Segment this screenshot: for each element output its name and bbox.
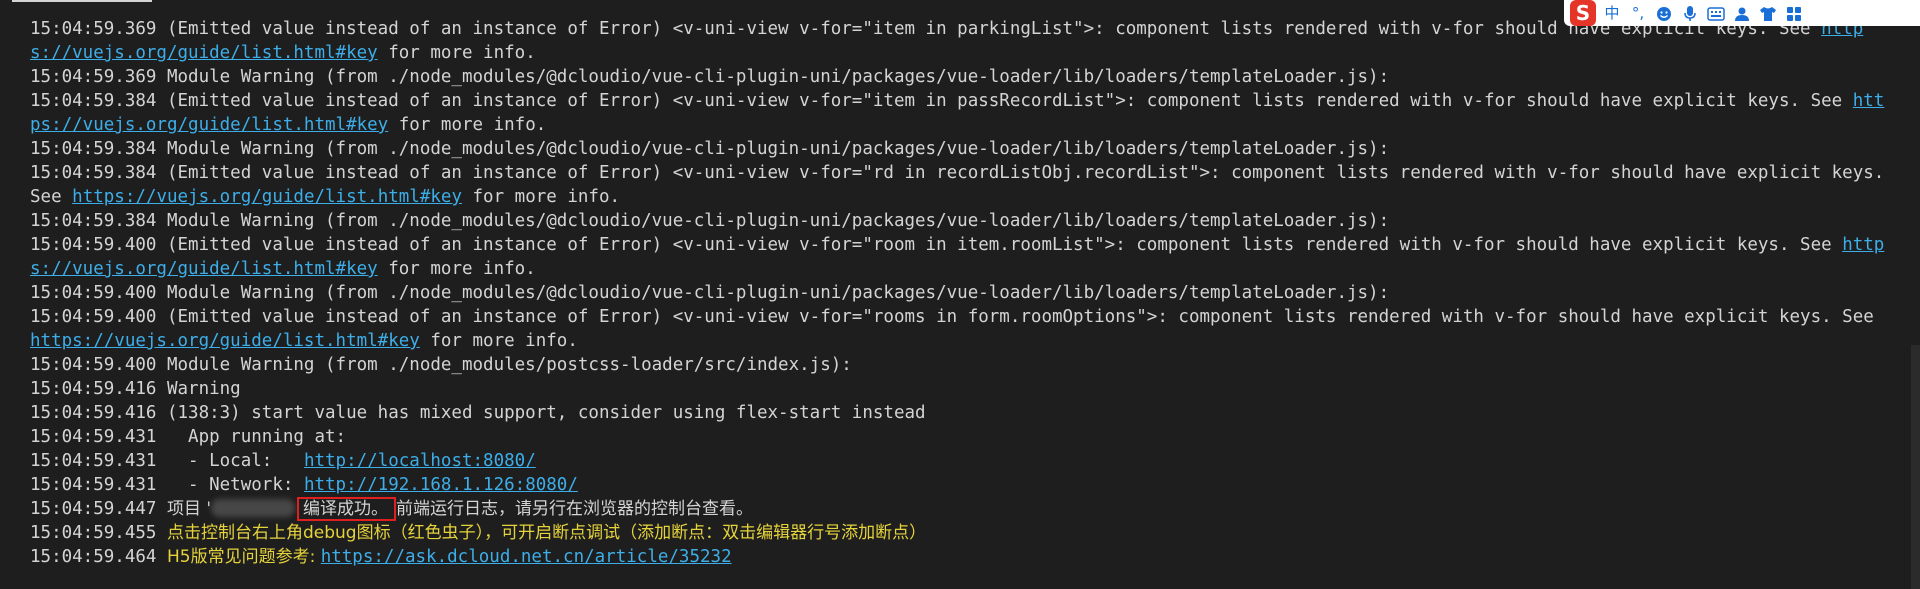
log-text: 15:04:59.384 Module Warning (from ./node… — [30, 211, 1390, 231]
log-text: 前端运行日志，请另行在浏览器的控制台查看。 — [396, 499, 754, 519]
log-line: 15:04:59.384 (Emitted value instead of a… — [30, 161, 1892, 209]
vertical-scrollbar[interactable] — [1911, 345, 1920, 589]
log-text: for more info. — [419, 331, 578, 351]
log-text: 15:04:59.384 (Emitted value instead of a… — [30, 91, 1853, 111]
emoji-icon[interactable] — [1654, 0, 1674, 26]
log-line: 15:04:59.400 (Emitted value instead of a… — [30, 233, 1892, 281]
log-text: 15:04:59.400 Module Warning (from ./node… — [30, 355, 852, 375]
console-output-panel: 15:04:59.369 (Emitted value instead of a… — [0, 0, 1920, 589]
log-text: for more info. — [377, 259, 536, 279]
log-text: 15:04:59.369 Module Warning (from ./node… — [30, 67, 1390, 87]
log-text: 项目 ' — [166, 499, 212, 519]
log-line: 15:04:59.431 App running at: — [30, 425, 1892, 449]
log-text: 15:04:59.464 — [30, 547, 167, 567]
log-text: 15:04:59.447 — [30, 499, 167, 519]
log-line: 15:04:59.431 - Local: http://localhost:8… — [30, 449, 1892, 473]
tab-indicator — [12, 0, 152, 2]
log-link[interactable]: https://ask.dcloud.net.cn/article/35232 — [321, 547, 732, 567]
log-text: 点击控制台右上角debug图标（红色虫子），可开启断点调试（添加断点：双击编辑器… — [166, 523, 927, 543]
log-line: 15:04:59.400 Module Warning (from ./node… — [30, 353, 1892, 377]
user-icon[interactable] — [1732, 0, 1752, 26]
ime-punctuation-toggle[interactable]: °, — [1628, 0, 1648, 26]
log-text: for more info. — [461, 187, 621, 207]
log-line: 15:04:59.400 Module Warning (from ./node… — [30, 281, 1892, 305]
log-text: 15:04:59.431 - Network: — [30, 475, 304, 495]
log-lines: 15:04:59.369 (Emitted value instead of a… — [30, 17, 1892, 569]
keyboard-icon[interactable] — [1706, 0, 1726, 26]
ime-mode-toggle[interactable]: 中 — [1602, 0, 1622, 26]
log-text: 15:04:59.455 — [30, 523, 167, 543]
log-line: 15:04:59.384 Module Warning (from ./node… — [30, 209, 1892, 233]
log-text: H5版常见问题参考: — [166, 547, 321, 567]
log-text: 15:04:59.400 (Emitted value instead of a… — [30, 307, 1885, 327]
log-line: 15:04:59.464 H5版常见问题参考: https://ask.dclo… — [30, 545, 1892, 569]
log-line: 15:04:59.455 点击控制台右上角debug图标（红色虫子），可开启断点… — [30, 521, 1892, 545]
log-line: 15:04:59.384 (Emitted value instead of a… — [30, 89, 1892, 137]
redacted-project-name — [211, 499, 296, 517]
grid-icon[interactable] — [1784, 0, 1804, 26]
sogou-logo-icon[interactable]: S — [1570, 0, 1596, 26]
log-text: 15:04:59.416 Warning — [30, 379, 241, 399]
log-text: 15:04:59.431 - Local: — [30, 451, 304, 471]
log-text: 15:04:59.400 Module Warning (from ./node… — [30, 283, 1390, 303]
log-text: for more info. — [388, 115, 547, 135]
log-text: 15:04:59.416 (138:3) start value has mix… — [30, 403, 926, 423]
highlighted-compile-success: 编译成功。 — [297, 497, 397, 521]
log-line: 15:04:59.384 Module Warning (from ./node… — [30, 137, 1892, 161]
log-link[interactable]: http://localhost:8080/ — [304, 451, 536, 471]
shirt-icon[interactable] — [1758, 0, 1778, 26]
log-line: 15:04:59.431 - Network: http://192.168.1… — [30, 473, 1892, 497]
log-text: 15:04:59.431 App running at: — [30, 427, 347, 447]
log-text: 15:04:59.384 Module Warning (from ./node… — [30, 139, 1390, 159]
log-line: 15:04:59.447 项目 ' 编译成功。 前端运行日志，请另行在浏览器的控制台… — [30, 497, 1892, 521]
log-line: 15:04:59.416 (138:3) start value has mix… — [30, 401, 1892, 425]
log-text: 15:04:59.400 (Emitted value instead of a… — [30, 235, 1843, 255]
log-line: 15:04:59.416 Warning — [30, 377, 1892, 401]
microphone-icon[interactable] — [1680, 0, 1700, 26]
log-line: 15:04:59.369 Module Warning (from ./node… — [30, 65, 1892, 89]
log-line: 15:04:59.400 (Emitted value instead of a… — [30, 305, 1892, 353]
log-text: for more info. — [377, 43, 536, 63]
log-link[interactable]: https://vuejs.org/guide/list.html#key — [30, 331, 420, 351]
ime-toolbar[interactable]: S 中 °, — [1564, 0, 1920, 26]
log-text: 15:04:59.369 (Emitted value instead of a… — [30, 19, 1822, 39]
log-link[interactable]: https://vuejs.org/guide/list.html#key — [72, 187, 462, 207]
log-link[interactable]: http://192.168.1.126:8080/ — [304, 475, 578, 495]
